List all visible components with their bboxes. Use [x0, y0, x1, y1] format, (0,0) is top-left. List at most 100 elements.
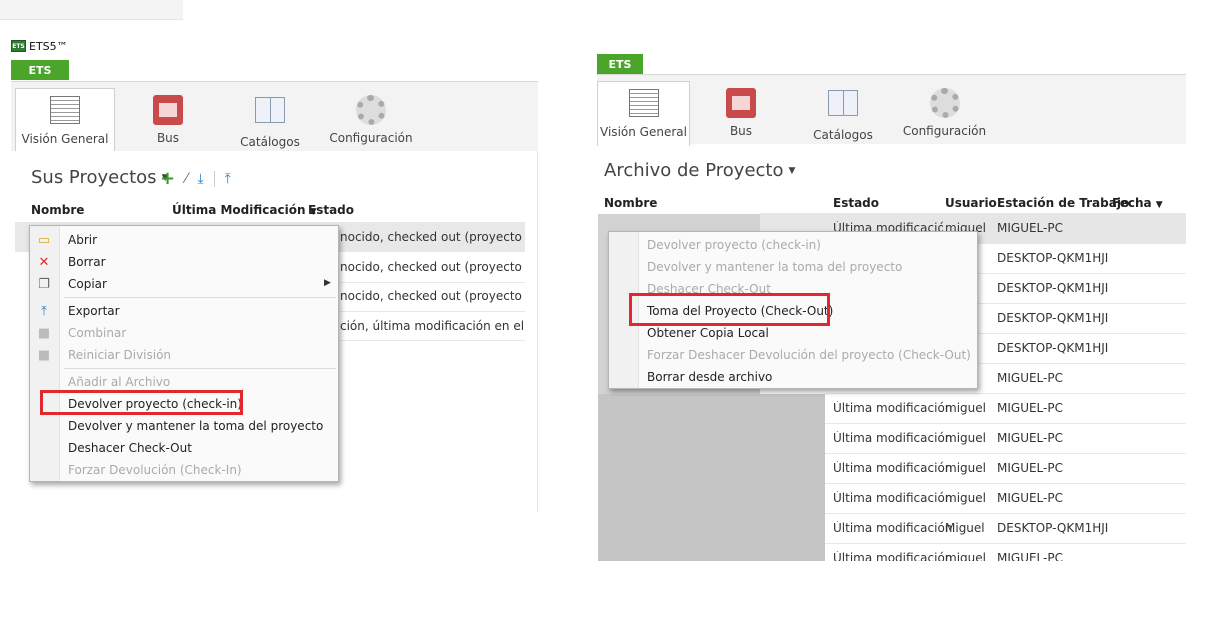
- ribbon-right: Visión General Bus Catálogos Configuraci…: [597, 74, 1186, 146]
- tab-vision-general[interactable]: Visión General: [15, 88, 115, 153]
- section-title: Sus Proyectos: [31, 167, 157, 188]
- chevron-down-icon: ▼: [788, 165, 796, 176]
- sus-proyectos-dropdown[interactable]: Sus Proyectos ▼: [31, 167, 168, 188]
- tab-label: Visión General: [600, 125, 687, 139]
- col-estacion-trabajo[interactable]: Estación de Trabajo: [997, 196, 1129, 210]
- table-row-partial: Última modificación miguel MIGUEL-PC: [825, 547, 1186, 561]
- menu-item-exportar[interactable]: Exportar: [68, 304, 120, 318]
- table-cell-state: nocido, checked out (proyecto toma: [340, 289, 525, 303]
- menu-item-obtener-copia[interactable]: Obtener Copia Local: [647, 326, 769, 340]
- table-cell-state: nocido, checked out (proyecto tom: [340, 230, 525, 244]
- lock-icon: ■: [37, 347, 51, 363]
- menu-item-abrir[interactable]: Abrir: [68, 233, 97, 247]
- col-estado[interactable]: Estado: [308, 203, 354, 217]
- toolbar-divider: [213, 170, 215, 187]
- ets-menu-tab[interactable]: ETS: [597, 54, 643, 74]
- import-icon[interactable]: ⤓: [197, 171, 203, 187]
- menu-item-devolver-proyecto: Devolver proyecto (check-in): [647, 238, 821, 252]
- table-cell-user: miguel: [945, 461, 986, 475]
- col-label: Fecha: [1112, 196, 1152, 210]
- tab-label: Visión General: [21, 132, 109, 146]
- table-cell-state: ción, última modificación en el archi: [340, 319, 525, 333]
- redacted-names-bottom: [598, 394, 825, 561]
- row-divider: [825, 513, 1186, 514]
- project-toolbar: + ⁄ ⤓ ⤒: [160, 168, 231, 189]
- menu-item-borrar[interactable]: Borrar: [68, 255, 106, 269]
- table-cell-workstation: MIGUEL-PC: [997, 461, 1063, 475]
- col-label: Última Modificación: [172, 203, 306, 217]
- archivo-proyecto-dropdown[interactable]: Archivo de Proyecto ▼: [604, 160, 795, 181]
- ets-menu-tab[interactable]: ETS: [11, 60, 69, 80]
- row-divider: [825, 423, 1186, 424]
- col-fecha[interactable]: Fecha ▼: [1112, 196, 1163, 210]
- col-nombre[interactable]: Nombre: [604, 196, 657, 210]
- catalog-book-icon: [255, 97, 285, 123]
- menu-separator: [64, 368, 336, 369]
- tab-catalogos[interactable]: Catálogos: [225, 88, 315, 149]
- ets-app-icon: ETS: [11, 40, 26, 52]
- row-divider: [825, 543, 1186, 544]
- menu-item-forzar-deshacer: Forzar Deshacer Devolución del proyecto …: [647, 348, 971, 362]
- lock-icon: ■: [37, 325, 51, 341]
- table-cell-state: Última modificación: [833, 521, 953, 535]
- menu-item-reiniciar-division: Reiniciar División: [68, 348, 172, 362]
- settings-gear-icon: [356, 95, 386, 125]
- copy-icon: ❐: [38, 276, 50, 292]
- tab-bus[interactable]: Bus: [697, 81, 785, 141]
- table-cell-user: miguel: [945, 401, 986, 415]
- tab-bus[interactable]: Bus: [123, 88, 213, 148]
- table-cell-workstation: DESKTOP-QKM1HJI: [997, 251, 1109, 265]
- tab-label: Catálogos: [240, 135, 300, 149]
- highlight-box-checkout: [629, 293, 830, 326]
- row-divider: [340, 311, 525, 312]
- table-cell-state: Última modificación: [833, 431, 953, 445]
- menu-item-devolver-mantener[interactable]: Devolver y mantener la toma del proyecto: [68, 419, 323, 433]
- sort-down-icon: ▼: [1155, 200, 1163, 210]
- overview-icon: [628, 89, 659, 117]
- menu-item-borrar-archivo[interactable]: Borrar desde archivo: [647, 370, 772, 384]
- menu-item-forzar-devolucion: Forzar Devolución (Check-In): [68, 463, 242, 477]
- table-cell-workstation: MIGUEL-PC: [997, 401, 1063, 415]
- folder-open-icon: ▭: [37, 232, 51, 248]
- table-cell-workstation: MIGUEL-PC: [997, 371, 1063, 385]
- col-nombre[interactable]: Nombre: [31, 203, 84, 217]
- row-divider: [340, 340, 525, 341]
- bus-icon: [726, 88, 756, 118]
- table-cell-workstation: MIGUEL-PC: [997, 431, 1063, 445]
- tab-label: Bus: [729, 124, 753, 138]
- window-title: ETS5™: [29, 39, 68, 53]
- table-cell-state: Última modificación: [833, 551, 953, 561]
- tab-catalogos[interactable]: Catálogos: [797, 81, 889, 142]
- table-cell-workstation: DESKTOP-QKM1HJI: [997, 521, 1109, 535]
- table-cell-user: miguel: [945, 491, 986, 505]
- menu-item-combinar: Combinar: [68, 326, 127, 340]
- top-strip: [0, 0, 183, 20]
- menu-item-deshacer-checkout[interactable]: Deshacer Check-Out: [68, 441, 192, 455]
- row-divider: [340, 282, 525, 283]
- highlight-box-checkin: [40, 390, 243, 415]
- table-cell-user: miguel: [945, 431, 986, 445]
- bus-icon: [153, 95, 183, 125]
- tab-configuracion[interactable]: Configuración: [897, 81, 992, 141]
- delete-x-icon: ✕: [38, 254, 50, 270]
- menu-item-devolver-mantener: Devolver y mantener la toma del proyecto: [647, 260, 903, 274]
- table-cell-state: Última modificación: [833, 461, 953, 475]
- table-cell-state: nocido, checked out (proyecto toma: [340, 260, 525, 274]
- context-menu-left: ▭ Abrir ✕ Borrar ❐ Copiar ▶ ⤒ Exportar ■…: [29, 225, 339, 482]
- table-cell-workstation: DESKTOP-QKM1HJI: [997, 341, 1109, 355]
- export-icon: ⤒: [41, 303, 47, 319]
- row-divider: [825, 393, 1186, 394]
- section-title: Archivo de Proyecto: [604, 160, 784, 181]
- table-cell-state: Última modificación: [833, 401, 953, 415]
- table-cell-workstation: MIGUEL-PC: [997, 221, 1063, 235]
- menu-item-copiar[interactable]: Copiar: [68, 277, 107, 291]
- col-estado[interactable]: Estado: [833, 196, 879, 210]
- add-project-icon[interactable]: +: [160, 168, 175, 189]
- wizard-wand-icon[interactable]: ⁄: [185, 171, 187, 187]
- table-cell-user: Miguel: [945, 521, 985, 535]
- tab-vision-general[interactable]: Visión General: [597, 81, 690, 146]
- col-usuario[interactable]: Usuario: [945, 196, 997, 210]
- export-icon[interactable]: ⤒: [225, 171, 231, 187]
- col-ultima-modificacion[interactable]: Última Modificación ▼: [172, 203, 317, 217]
- tab-configuracion[interactable]: Configuración: [321, 88, 421, 148]
